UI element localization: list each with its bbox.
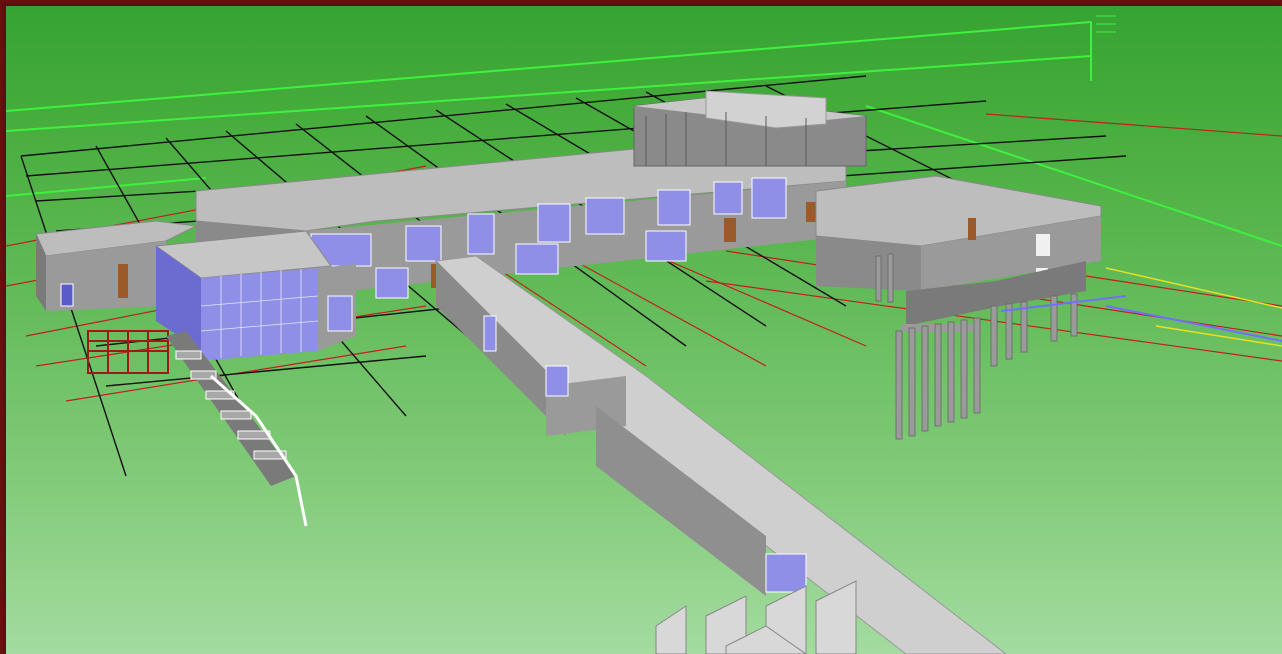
utility-lines-yellow: [1105, 267, 1282, 347]
red-scaffold[interactable]: [87, 330, 169, 374]
east-wing-on-piles[interactable]: [815, 175, 1282, 440]
window-frame: [0, 0, 1282, 654]
level-markers: [1096, 15, 1116, 33]
stairway[interactable]: [166, 331, 308, 527]
utility-lines: [1000, 295, 1282, 342]
model-scene[interactable]: [6, 6, 1282, 654]
model-viewport[interactable]: [6, 6, 1282, 654]
